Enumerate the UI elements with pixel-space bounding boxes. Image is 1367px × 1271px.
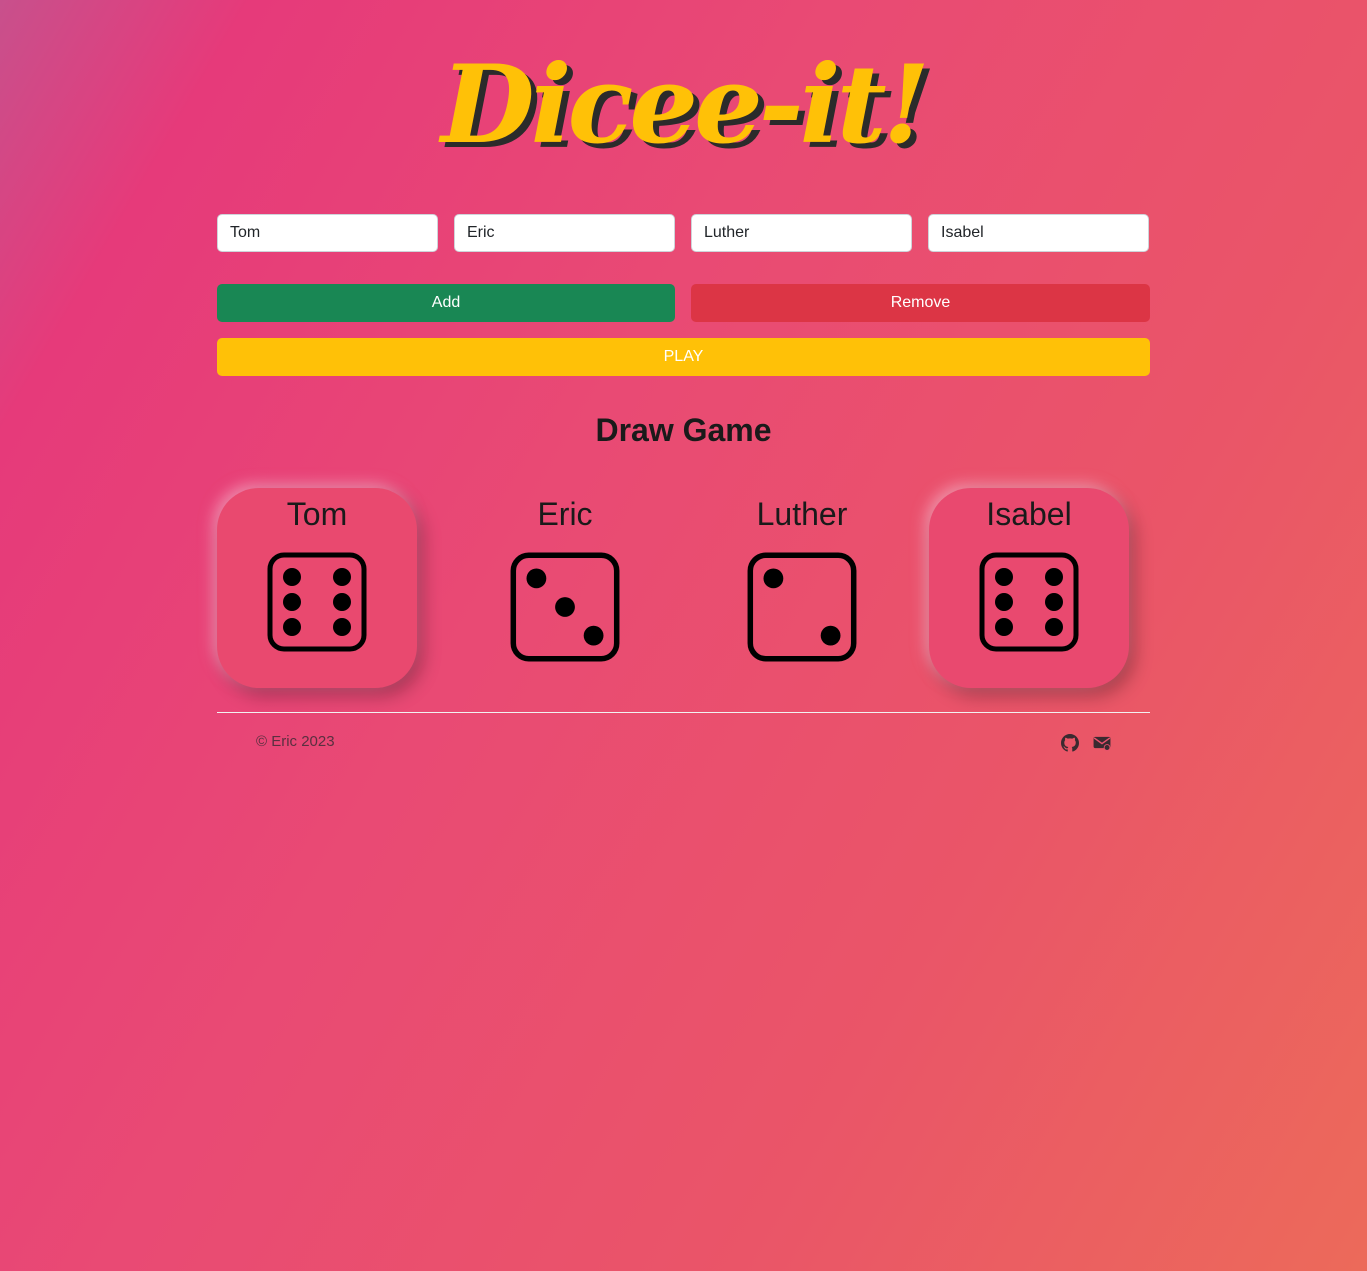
player-card: Luther <box>702 488 902 688</box>
player-4-input[interactable] <box>928 214 1149 252</box>
app-title: Dicee-it! <box>440 42 930 168</box>
die-pip <box>995 618 1013 636</box>
die-pip <box>583 625 604 646</box>
dice-icon <box>929 552 1129 652</box>
dice-icon <box>465 552 665 662</box>
die-pip <box>333 618 351 636</box>
die-pip <box>995 593 1013 611</box>
player-3-input[interactable] <box>691 214 912 252</box>
player-name: Eric <box>537 496 593 532</box>
die-pip <box>283 568 301 586</box>
die-face-2 <box>747 552 857 662</box>
die-outline <box>747 552 857 662</box>
add-button[interactable]: Add <box>217 284 675 322</box>
die-pip <box>820 625 841 646</box>
die-face-6 <box>979 552 1079 652</box>
players-board: Tom Eric Luther Isabel <box>217 488 1150 688</box>
player-card: Tom <box>217 488 417 688</box>
player-name: Luther <box>756 496 848 532</box>
footer-links <box>1061 734 1111 752</box>
die-pip <box>763 568 784 589</box>
die-pip <box>1045 618 1063 636</box>
result-text: Draw Game <box>595 412 772 448</box>
dice-icon <box>702 552 902 662</box>
dice-icon <box>217 552 417 652</box>
die-pip <box>333 568 351 586</box>
footer-divider <box>217 712 1150 713</box>
die-pip <box>283 593 301 611</box>
player-card: Eric <box>465 488 665 688</box>
github-icon[interactable] <box>1061 734 1079 752</box>
player-name: Isabel <box>986 496 1072 532</box>
die-pip <box>555 597 575 617</box>
player-1-input[interactable] <box>217 214 438 252</box>
player-card: Isabel <box>929 488 1129 688</box>
player-name: Tom <box>286 496 348 532</box>
die-pip <box>995 568 1013 586</box>
play-button[interactable]: PLAY <box>217 338 1150 376</box>
player-controls: Add Remove <box>217 284 1150 322</box>
die-pip <box>1045 593 1063 611</box>
remove-button[interactable]: Remove <box>691 284 1150 322</box>
mail-icon[interactable] <box>1093 734 1111 752</box>
die-pip <box>283 618 301 636</box>
player-inputs <box>217 214 1150 252</box>
die-pip <box>526 568 547 589</box>
player-2-input[interactable] <box>454 214 675 252</box>
copyright-text: © Eric 2023 <box>256 733 335 750</box>
die-pip <box>333 593 351 611</box>
die-face-3 <box>510 552 620 662</box>
die-face-6 <box>267 552 367 652</box>
die-pip <box>1045 568 1063 586</box>
